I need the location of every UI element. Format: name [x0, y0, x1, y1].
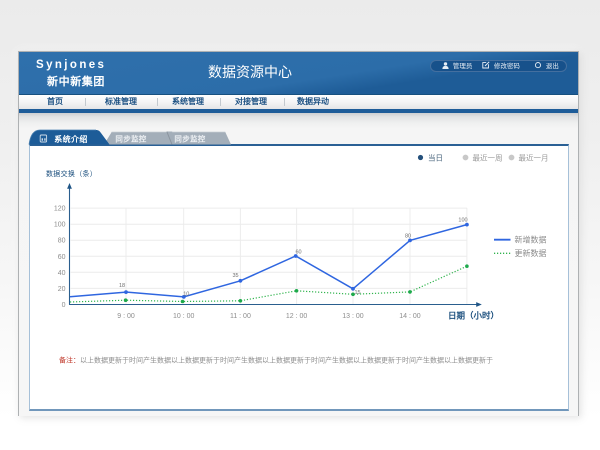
svg-text:120: 120: [54, 206, 66, 213]
svg-text:11 : 00: 11 : 00: [230, 313, 251, 320]
svg-text:80: 80: [58, 238, 66, 245]
svg-text:15: 15: [354, 290, 360, 296]
svg-text:更新数据: 更新数据: [515, 248, 547, 258]
svg-text:60: 60: [295, 250, 301, 256]
svg-text:60: 60: [58, 254, 66, 261]
svg-text:数据交换（条）: 数据交换（条）: [46, 169, 97, 178]
svg-text:系统介绍: 系统介绍: [54, 134, 88, 144]
svg-text:18: 18: [119, 283, 125, 289]
svg-text:35: 35: [232, 273, 238, 279]
svg-text:13 : 00: 13 : 00: [342, 313, 364, 320]
svg-text:40: 40: [58, 270, 66, 277]
svg-text:最近一周: 最近一周: [473, 152, 503, 162]
svg-text:100: 100: [54, 222, 66, 229]
svg-text:20: 20: [58, 286, 66, 293]
svg-text:同步监控: 同步监控: [174, 133, 205, 143]
svg-text:10 : 00: 10 : 00: [173, 313, 195, 320]
svg-text:12 : 00: 12 : 00: [286, 313, 308, 320]
svg-text:0: 0: [62, 302, 66, 309]
svg-text:最近一月: 最近一月: [519, 152, 549, 162]
svg-text:10: 10: [183, 292, 189, 298]
svg-text:100: 100: [458, 218, 467, 224]
svg-text:同步监控: 同步监控: [115, 133, 146, 143]
svg-text:备注：以上数据更新于时间产生数据以上数据更新于时间产生数据以: 备注：以上数据更新于时间产生数据以上数据更新于时间产生数据以上数据更新于时间产生…: [59, 356, 493, 365]
svg-text:14 : 00: 14 : 00: [399, 313, 421, 320]
svg-text:日期（小时）: 日期（小时）: [448, 311, 499, 321]
svg-text:80: 80: [405, 234, 411, 240]
svg-text:当日: 当日: [428, 152, 443, 162]
svg-text:9 : 00: 9 : 00: [117, 313, 135, 320]
svg-text:新增数据: 新增数据: [515, 235, 547, 245]
